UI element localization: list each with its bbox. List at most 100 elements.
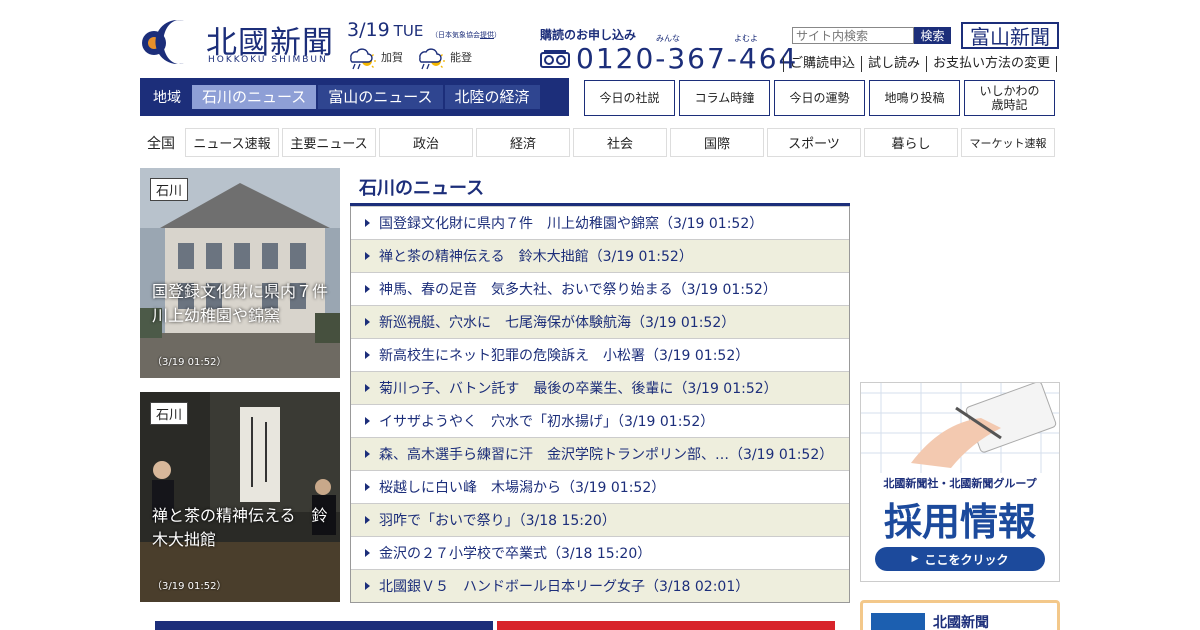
- subscribe-title: 購読のお申し込み: [540, 28, 637, 42]
- recruit-ad-banner[interactable]: 北國新聞社・北國新聞グループ 採用情報 ここをクリック: [860, 382, 1060, 582]
- news-headline: イサザようやく 穴水で「初水揚げ」（3/19 01:52）: [379, 414, 715, 430]
- link-trial[interactable]: 試し読み: [861, 56, 926, 72]
- logo-mark-icon: [142, 20, 184, 65]
- news-headline: 桜越しに白い峰 木場潟から（3/19 01:52）: [379, 480, 666, 496]
- news-item[interactable]: 新巡視艇、穴水に 七尾海保が体験航海（3/19 01:52）: [351, 305, 849, 338]
- link-ishikawa-calendar[interactable]: いしかわの 歳時記: [964, 80, 1055, 116]
- news-item[interactable]: 桜越しに白い峰 木場潟から（3/19 01:52）: [351, 470, 849, 503]
- bullet-arrow-icon: [365, 549, 370, 557]
- region-nav: 地域 石川のニュース 富山のニュース 北陸の経済: [140, 78, 569, 116]
- news-item[interactable]: 北國銀Ｖ５ ハンドボール日本リーグ女子（3/18 02:01）: [351, 569, 849, 602]
- subscribe-phone[interactable]: 0120-367-464: [540, 42, 798, 75]
- cloud-sun-rain-icon: [419, 48, 445, 70]
- weather-city-kaga: 加賀: [381, 51, 403, 64]
- news-headline: 新高校生にネット犯罪の危険訴え 小松署（3/19 01:52）: [379, 348, 750, 364]
- free-dial-icon: [540, 49, 570, 68]
- news-list: 国登録文化財に県内７件 川上幼稚園や錦窯（3/19 01:52） 禅と茶の精神伝…: [350, 206, 850, 603]
- hokkoku-promo-banner[interactable]: 北國新聞: [860, 600, 1060, 630]
- site-search: 検索: [792, 27, 951, 44]
- category-international[interactable]: 国際: [670, 128, 764, 157]
- news-section-title: 石川のニュース: [350, 172, 850, 206]
- news-headline: 北國銀Ｖ５ ハンドボール日本リーグ女子（3/18 02:01）: [379, 579, 750, 595]
- link-column-jisho[interactable]: コラム時鐘: [679, 80, 770, 116]
- news-item[interactable]: イサザようやく 穴水で「初水揚げ」（3/19 01:52）: [351, 404, 849, 437]
- current-date: 3/19 TUE: [347, 19, 423, 41]
- link-payment-change[interactable]: お支払い方法の変更: [926, 56, 1058, 72]
- weather-city-noto: 能登: [450, 51, 472, 64]
- link-horoscope[interactable]: 今日の運勢: [774, 80, 865, 116]
- category-top-news[interactable]: 主要ニュース: [282, 128, 376, 157]
- news-headline: 羽咋で「おいで祭り」（3/18 15:20）: [379, 513, 616, 529]
- recruit-ad-title: 採用情報: [883, 500, 1036, 544]
- news-headline: 新巡視艇、穴水に 七尾海保が体験航海（3/19 01:52）: [379, 315, 736, 331]
- jma-link[interactable]: 提供: [480, 31, 494, 39]
- category-lifestyle[interactable]: 暮らし: [864, 128, 958, 157]
- news-item[interactable]: 神馬、春の足音 気多大社、おいで祭り始まる（3/19 01:52）: [351, 272, 849, 305]
- search-button[interactable]: 検索: [914, 27, 951, 44]
- link-reader-posts[interactable]: 地鳴り投稿: [869, 80, 960, 116]
- news-item[interactable]: 国登録文化財に県内７件 川上幼稚園や錦窯（3/19 01:52）: [351, 206, 849, 239]
- photo-time: （3/19 01:52）: [152, 581, 227, 592]
- photo-time: （3/19 01:52）: [152, 357, 227, 368]
- recruit-click-button[interactable]: ここをクリック: [875, 547, 1045, 571]
- bullet-arrow-icon: [365, 219, 370, 227]
- bullet-arrow-icon: [365, 450, 370, 458]
- news-item[interactable]: 菊川っ子、バトン託す 最後の卒業生、後輩に（3/19 01:52）: [351, 371, 849, 404]
- photo-card-2[interactable]: 石川 禅と茶の精神伝える 鈴木大拙館 （3/19 01:52）: [140, 392, 340, 602]
- tab-ishikawa-news[interactable]: 石川のニュース: [192, 85, 317, 109]
- category-market-news[interactable]: マーケット速報: [961, 128, 1055, 157]
- link-editorial[interactable]: 今日の社説: [584, 80, 675, 116]
- bullet-arrow-icon: [365, 417, 370, 425]
- tab-toyama-news[interactable]: 富山のニュース: [318, 85, 443, 109]
- jma-suffix: ）: [494, 31, 501, 39]
- photo-tag: 石川: [150, 178, 189, 201]
- bottom-ad-banner-1[interactable]: [155, 621, 493, 630]
- promo-title: 北國新聞: [933, 615, 989, 630]
- category-breaking-news[interactable]: ニュース速報: [185, 128, 279, 157]
- weather-kaga[interactable]: 加賀: [347, 44, 403, 70]
- category-sports[interactable]: スポーツ: [767, 128, 861, 157]
- news-headline: 禅と茶の精神伝える 鈴木大拙館（3/19 01:52）: [379, 249, 693, 265]
- category-society[interactable]: 社会: [573, 128, 667, 157]
- bullet-arrow-icon: [365, 483, 370, 491]
- link-subscribe[interactable]: ご購読申込: [783, 56, 861, 72]
- news-item[interactable]: 羽咋で「おいで祭り」（3/18 15:20）: [351, 503, 849, 536]
- date-value: 3/19: [347, 19, 390, 41]
- jma-credit: （日本気象協会提供）: [431, 30, 501, 40]
- bullet-arrow-icon: [365, 582, 370, 590]
- bullet-arrow-icon: [365, 252, 370, 260]
- jma-prefix: （日本気象協会: [431, 31, 480, 39]
- region-label: 地域: [153, 90, 181, 106]
- news-item[interactable]: 禅と茶の精神伝える 鈴木大拙館（3/19 01:52）: [351, 239, 849, 272]
- weather-noto[interactable]: 能登: [416, 44, 472, 70]
- bullet-arrow-icon: [365, 318, 370, 326]
- search-input[interactable]: [792, 27, 914, 44]
- tab-hokuriku-economy[interactable]: 北陸の経済: [444, 85, 540, 109]
- logo-roman: HOKKOKU SHIMBUN: [208, 55, 328, 65]
- hokkoku-logo[interactable]: 北國新聞 HOKKOKU SHIMBUN: [140, 15, 340, 67]
- photo-caption: 禅と茶の精神伝える 鈴木大拙館: [152, 506, 328, 549]
- news-item[interactable]: 新高校生にネット犯罪の危険訴え 小松署（3/19 01:52）: [351, 338, 849, 371]
- news-headline: 森、高木選手ら練習に汗 金沢学院トランポリン部、…（3/19 01:52）: [379, 447, 834, 463]
- news-item[interactable]: 金沢の２７小学校で卒業式（3/18 15:20）: [351, 536, 849, 569]
- recruit-ad-subtitle: 北國新聞社・北國新聞グループ: [883, 477, 1037, 490]
- bottom-ad-banner-2[interactable]: [497, 621, 835, 630]
- feature-links: 今日の社説 コラム時鐘 今日の運勢 地鳴り投稿 いしかわの 歳時記: [584, 80, 1055, 116]
- news-headline: 国登録文化財に県内７件 川上幼稚園や錦窯（3/19 01:52）: [379, 216, 764, 232]
- news-headline: 神馬、春の足音 気多大社、おいで祭り始まる（3/19 01:52）: [379, 282, 777, 298]
- photo-caption: 国登録文化財に県内７件 川上幼稚園や錦窯: [152, 282, 340, 325]
- category-nav: 全国 ニュース速報 主要ニュース 政治 経済 社会 国際 スポーツ 暮らし マー…: [140, 128, 1055, 157]
- bullet-arrow-icon: [365, 384, 370, 392]
- news-headline: 菊川っ子、バトン託す 最後の卒業生、後輩に（3/19 01:52）: [379, 381, 778, 397]
- toyama-shimbun-link[interactable]: 富山新聞: [961, 22, 1059, 49]
- photo-card-1[interactable]: 石川 国登録文化財に県内７件 川上幼稚園や錦窯 （3/19 01:52）: [140, 168, 340, 378]
- cloud-sun-rain-icon: [350, 48, 376, 70]
- promo-thumbnail: [871, 613, 925, 630]
- category-economy[interactable]: 経済: [476, 128, 570, 157]
- photo-tag: 石川: [150, 402, 189, 425]
- subscription-links: ご購読申込 試し読み お支払い方法の変更: [783, 56, 1058, 72]
- news-item[interactable]: 森、高木選手ら練習に汗 金沢学院トランポリン部、…（3/19 01:52）: [351, 437, 849, 470]
- category-label: 全国: [147, 135, 175, 152]
- phone-number: 0120-367-464: [576, 42, 799, 75]
- category-politics[interactable]: 政治: [379, 128, 473, 157]
